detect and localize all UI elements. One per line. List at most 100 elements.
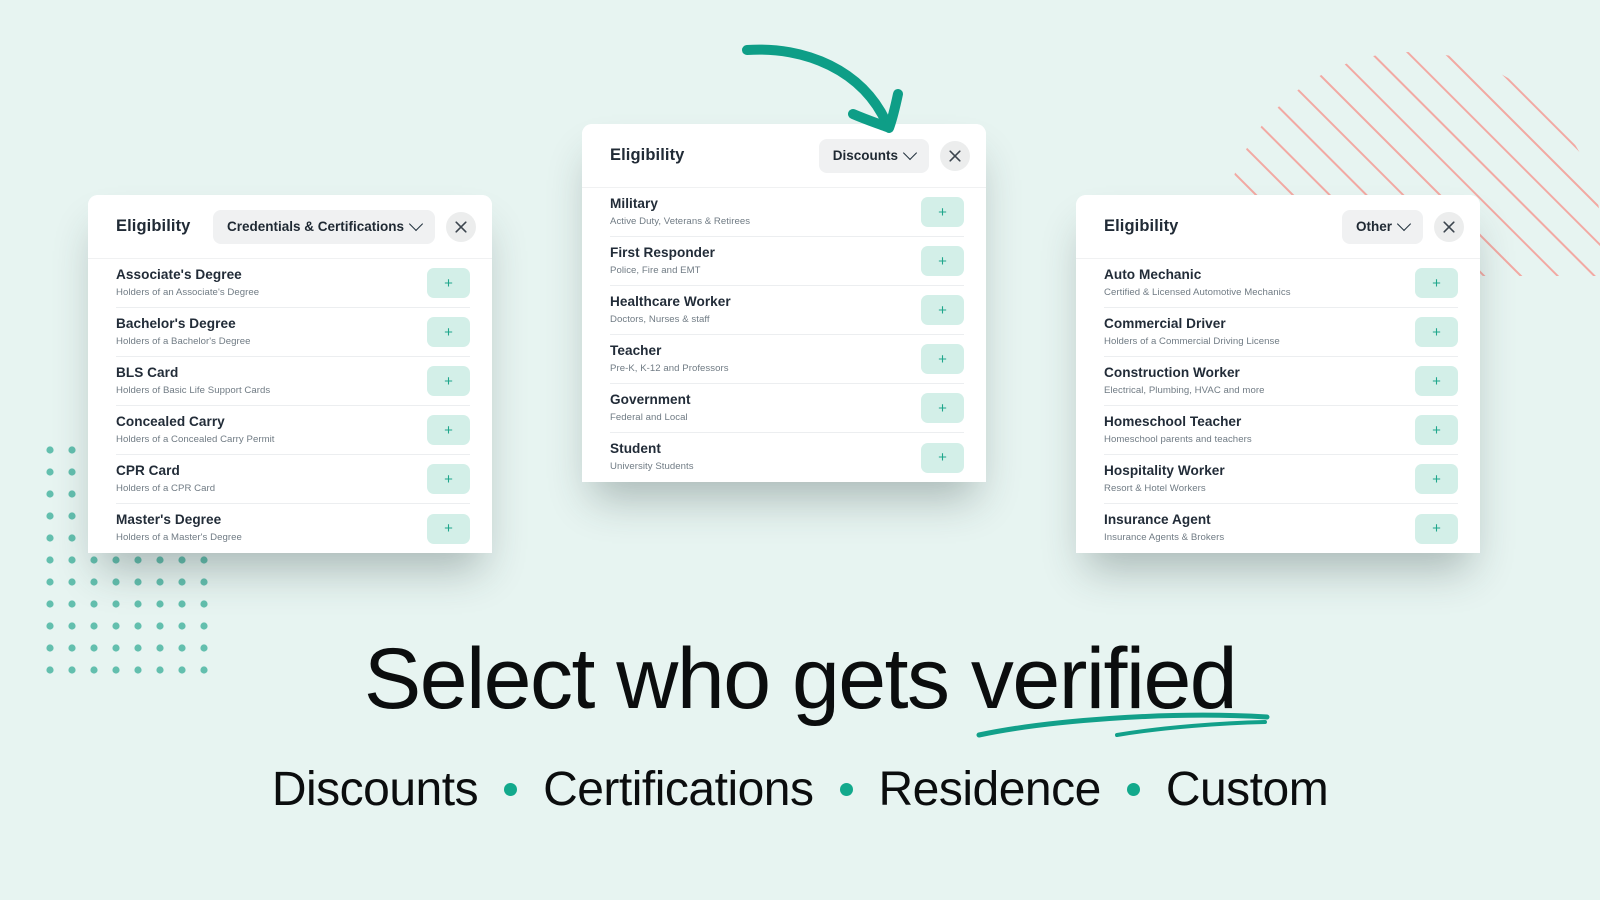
add-button[interactable]: + [921, 197, 964, 227]
row-subtitle: Holders of an Associate's Degree [116, 286, 260, 298]
tagline-item-certifications: Certifications [543, 763, 814, 816]
eligibility-card-other: Eligibility Other Auto Mechanic Certifie… [1076, 195, 1480, 553]
page-title: Eligibility [116, 217, 191, 235]
close-icon [455, 220, 467, 233]
table-row[interactable]: Homeschool Teacher Homeschool parents an… [1104, 406, 1458, 455]
add-button[interactable]: + [427, 415, 470, 445]
row-title: First Responder [610, 244, 715, 260]
table-row[interactable]: Master's Degree Holders of a Master's De… [116, 504, 470, 553]
row-title: Student [610, 441, 661, 457]
row-title: BLS Card [116, 364, 179, 380]
table-row[interactable]: Student University Students + [610, 433, 964, 482]
row-subtitle: Holders of Basic Life Support Cards [116, 384, 271, 396]
row-text: Healthcare Worker Doctors, Nurses & staf… [610, 294, 921, 326]
category-dropdown[interactable]: Other [1341, 209, 1423, 244]
close-button[interactable] [940, 140, 970, 171]
table-row[interactable]: Construction Worker Electrical, Plumbing… [1104, 357, 1458, 406]
add-button[interactable]: + [921, 295, 964, 325]
add-button[interactable]: + [921, 442, 964, 473]
bullet-dot-icon [839, 783, 853, 796]
add-button[interactable]: + [1415, 268, 1458, 298]
add-button[interactable]: + [427, 317, 470, 347]
row-text: Homeschool Teacher Homeschool parents an… [1104, 414, 1415, 446]
tagline-item-custom: Custom [1165, 763, 1329, 816]
table-row[interactable]: Hospitality Worker Resort & Hotel Worker… [1104, 455, 1458, 504]
add-button[interactable]: + [1415, 317, 1458, 347]
row-subtitle: Resort & Hotel Workers [1104, 482, 1206, 494]
table-row[interactable]: Bachelor's Degree Holders of a Bachelor'… [116, 308, 470, 357]
row-title: Concealed Carry [116, 413, 225, 429]
row-subtitle: Holders of a Commercial Driving License [1104, 335, 1280, 347]
row-title: Hospitality Worker [1104, 462, 1225, 478]
chevron-down-icon [408, 216, 424, 231]
add-button[interactable]: + [1415, 415, 1458, 445]
table-row[interactable]: Commercial Driver Holders of a Commercia… [1104, 308, 1458, 357]
table-row[interactable]: Healthcare Worker Doctors, Nurses & staf… [610, 286, 964, 335]
table-row[interactable]: First Responder Police, Fire and EMT + [610, 237, 964, 286]
row-subtitle: Active Duty, Veterans & Retirees [610, 215, 751, 227]
eligibility-row-list: Auto Mechanic Certified & Licensed Autom… [1076, 259, 1480, 553]
row-subtitle: Homeschool parents and teachers [1104, 433, 1252, 445]
add-button[interactable]: + [1415, 464, 1458, 494]
row-title: Teacher [610, 342, 662, 358]
page-title: Eligibility [610, 146, 685, 164]
row-text: Student University Students [610, 441, 921, 473]
row-title: Insurance Agent [1104, 512, 1211, 528]
row-text: Concealed Carry Holders of a Concealed C… [116, 414, 427, 446]
chevron-down-icon [1396, 216, 1412, 231]
add-button[interactable]: + [427, 366, 470, 396]
row-text: Construction Worker Electrical, Plumbing… [1104, 365, 1415, 397]
row-title: Military [610, 195, 658, 211]
curved-arrow-icon [735, 28, 915, 138]
row-text: Teacher Pre-K, K-12 and Professors [610, 343, 921, 375]
row-text: CPR Card Holders of a CPR Card [116, 463, 427, 495]
category-dropdown[interactable]: Credentials & Certifications [212, 209, 435, 244]
row-subtitle: Electrical, Plumbing, HVAC and more [1104, 384, 1265, 396]
row-text: Insurance Agent Insurance Agents & Broke… [1104, 512, 1415, 544]
table-row[interactable]: Insurance Agent Insurance Agents & Broke… [1104, 504, 1458, 553]
row-text: Military Active Duty, Veterans & Retiree… [610, 196, 921, 228]
eligibility-card-discounts: Eligibility Discounts Military Active Du… [582, 124, 986, 482]
row-text: Auto Mechanic Certified & Licensed Autom… [1104, 267, 1415, 299]
card-header: Eligibility Other [1076, 195, 1480, 259]
eligibility-card-credentials: Eligibility Credentials & Certifications… [88, 195, 492, 553]
row-subtitle: Insurance Agents & Brokers [1104, 532, 1225, 544]
row-subtitle: Doctors, Nurses & staff [610, 313, 710, 325]
table-row[interactable]: Auto Mechanic Certified & Licensed Autom… [1104, 259, 1458, 308]
row-text: Bachelor's Degree Holders of a Bachelor'… [116, 316, 427, 348]
row-text: Government Federal and Local [610, 392, 921, 424]
table-row[interactable]: Government Federal and Local + [610, 384, 964, 433]
tagline-item-discounts: Discounts [271, 763, 479, 816]
table-row[interactable]: Military Active Duty, Veterans & Retiree… [610, 188, 964, 237]
row-subtitle: University Students [610, 461, 694, 473]
add-button[interactable]: + [921, 246, 964, 276]
table-row[interactable]: Teacher Pre-K, K-12 and Professors + [610, 335, 964, 384]
category-dropdown[interactable]: Discounts [818, 138, 929, 173]
table-row[interactable]: CPR Card Holders of a CPR Card + [116, 455, 470, 504]
row-text: Associate's Degree Holders of an Associa… [116, 267, 427, 299]
card-header: Eligibility Discounts [582, 124, 986, 188]
chevron-down-icon [902, 145, 918, 160]
bullet-dot-icon [1126, 783, 1140, 796]
table-row[interactable]: Associate's Degree Holders of an Associa… [116, 259, 470, 308]
headline: Select who gets verified [363, 631, 1238, 727]
add-button[interactable]: + [921, 344, 964, 374]
row-text: BLS Card Holders of Basic Life Support C… [116, 365, 427, 397]
table-row[interactable]: BLS Card Holders of Basic Life Support C… [116, 357, 470, 406]
add-button[interactable]: + [921, 393, 964, 423]
eligibility-row-list: Associate's Degree Holders of an Associa… [88, 259, 492, 553]
add-button[interactable]: + [427, 464, 470, 494]
add-button[interactable]: + [1415, 513, 1458, 544]
row-title: Associate's Degree [116, 266, 242, 282]
close-button[interactable] [1434, 211, 1464, 242]
row-subtitle: Police, Fire and EMT [610, 264, 701, 276]
add-button[interactable]: + [427, 268, 470, 298]
close-button[interactable] [446, 211, 476, 242]
row-subtitle: Holders of a Concealed Carry Permit [116, 433, 275, 445]
table-row[interactable]: Concealed Carry Holders of a Concealed C… [116, 406, 470, 455]
close-icon [949, 149, 961, 162]
add-button[interactable]: + [427, 513, 470, 544]
close-icon [1443, 220, 1455, 233]
row-subtitle: Holders of a Bachelor's Degree [116, 335, 251, 347]
add-button[interactable]: + [1415, 366, 1458, 396]
